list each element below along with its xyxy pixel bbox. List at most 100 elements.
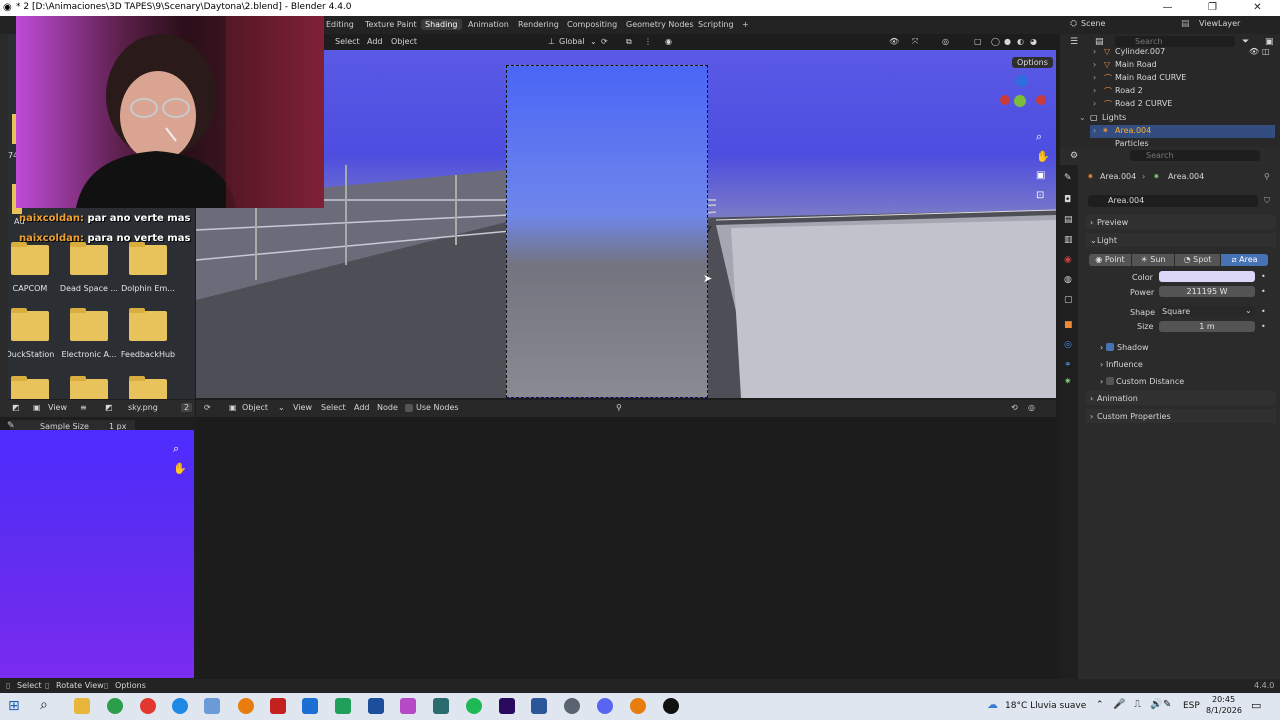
outliner-row[interactable]: › ⌒ Main Road CURVE [1090,72,1275,85]
rendered-shading-icon[interactable]: ◕ [1030,37,1037,46]
overlay-toggle-icon[interactable]: ◎ [942,37,949,46]
tool-tab-icon[interactable]: ✎ [1064,173,1072,183]
gizmo-x-axis[interactable] [1000,95,1010,105]
clock-date[interactable]: 8/1/2026 [1206,706,1242,715]
pan-hand-icon[interactable]: ✋ [1036,150,1050,163]
keyframe-dot-icon[interactable]: • [1261,287,1266,296]
video-app-icon[interactable] [270,698,286,714]
light-data-tab-icon[interactable]: ✷ [1064,377,1072,387]
custom-distance-subpanel-header[interactable]: › Custom Distance [1096,374,1276,388]
editor-type-icon[interactable]: ◩ [12,403,20,412]
view-menu[interactable]: View [48,403,67,412]
size-field[interactable]: 1 m [1159,321,1255,332]
outliner-row[interactable]: ⌄ ▢ Lights [1076,112,1275,125]
light-type-point-button[interactable]: ◉ Point [1089,254,1131,266]
properties-search[interactable]: Search [1130,150,1260,161]
wireframe-shading-icon[interactable]: ◯ [991,37,1000,46]
spotify-icon[interactable] [466,698,482,714]
keyframe-dot-icon[interactable]: • [1261,322,1266,331]
word-icon[interactable] [531,698,547,714]
windows-start-icon[interactable]: ⊞ [8,698,20,714]
folder-label-feedbackhub[interactable]: FeedbackHub [118,350,178,359]
editor-type-icon[interactable]: ⟳ [204,403,211,412]
add-menu[interactable]: Add [354,403,370,412]
influence-subpanel-header[interactable]: › Influence [1096,357,1276,371]
zoom-icon[interactable]: ⌕ [173,442,179,456]
chevron-right-icon[interactable]: › [1093,126,1096,135]
collection-tab-icon[interactable]: ▢ [1064,295,1073,305]
app-icon[interactable] [302,698,318,714]
xray-icon[interactable]: ▢ [974,37,982,46]
folder-icon[interactable] [129,308,167,341]
power-field[interactable]: 211195 W [1159,286,1255,297]
opera-icon[interactable] [140,698,156,714]
folder-icon[interactable] [11,376,49,399]
pin-icon[interactable]: ⚲ [616,403,622,412]
pan-hand-icon[interactable]: ✋ [173,462,187,475]
folder-label-duckstation[interactable]: DuckStation [8,350,60,359]
blender-taskbar-icon[interactable] [238,698,254,714]
keyframe-dot-icon[interactable]: • [1261,272,1266,281]
shadow-subpanel-header[interactable]: › Shadow [1096,340,1276,354]
solid-shading-icon[interactable]: ● [1004,37,1011,46]
snap-target-icon[interactable]: ⋮ [644,37,652,46]
minimize-button[interactable]: — [1145,0,1190,16]
constraints-tab-icon[interactable]: ⚭ [1064,360,1072,370]
light-type-spot-button[interactable]: ◔ Spot [1175,254,1220,266]
image-browse-icon[interactable]: ◩ [105,403,113,412]
folder-icon[interactable] [70,308,108,341]
tab-geometry-nodes[interactable]: Geometry Nodes [622,19,697,30]
view-menu[interactable]: View [293,403,312,412]
color-swatch[interactable] [1159,271,1255,282]
notification-icon[interactable]: ▭ [1251,699,1261,712]
keyframe-dot-icon[interactable]: • [1261,307,1266,316]
lock-icon[interactable]: ⊡ [1036,190,1044,201]
output-tab-icon[interactable]: ▤ [1064,215,1073,225]
object-menu[interactable]: Object [391,37,417,46]
outliner-row[interactable]: › ▽ Cylinder.007 [1090,46,1275,59]
object-tab-icon[interactable]: ■ [1064,320,1073,330]
properties-editor-icon[interactable]: ⚙ [1070,151,1078,161]
camera-icon[interactable]: ◫ [1262,47,1270,56]
preview-panel-header[interactable]: › Preview [1086,215,1276,229]
tab-shading[interactable]: Shading [421,19,462,30]
chevron-right-icon[interactable]: › [1093,99,1096,108]
folder-label-dead-space[interactable]: Dead Space ... [59,284,119,293]
folder-label-dolphin[interactable]: Dolphin Em... [118,284,178,293]
animation-panel-header[interactable]: › Animation [1086,391,1276,405]
pycharm-icon[interactable] [335,698,351,714]
weather-text[interactable]: 18°C Lluvia suave [1005,701,1086,711]
outliner-row[interactable]: Particles [1090,138,1275,147]
view-layer-tab-icon[interactable]: ▥ [1064,235,1073,245]
scene-tab-icon[interactable]: ◉ [1064,255,1072,265]
folder-icon[interactable] [11,308,49,341]
viewlayer-name[interactable]: ViewLayer [1199,19,1240,28]
select-menu[interactable]: Select [321,403,346,412]
tab-editing[interactable]: Editing [322,19,358,30]
shape-dropdown[interactable]: Square ⌄ [1159,306,1255,317]
discord-icon[interactable] [597,698,613,714]
tab-texture-paint[interactable]: Texture Paint [361,19,421,30]
outliner-row[interactable]: › ⌒ Road 2 [1090,85,1275,98]
eye-icon[interactable]: 👁 [1249,47,1259,56]
file-explorer-icon[interactable] [74,698,90,714]
obs-icon[interactable] [663,698,679,714]
network-icon[interactable]: ⎍ [1134,699,1141,710]
volume-icon[interactable]: 🔊 [1150,699,1162,710]
outliner-row[interactable]: › ▽ Main Road [1090,59,1275,72]
tab-animation[interactable]: Animation [464,19,513,30]
tab-compositing[interactable]: Compositing [563,19,621,30]
chevron-right-icon[interactable]: › [1093,73,1096,82]
datablock-field[interactable]: Area.004 [1088,195,1258,207]
add-workspace-button[interactable]: + [738,19,753,30]
maximize-button[interactable]: ❐ [1190,0,1235,16]
chevron-right-icon[interactable]: › [1093,86,1096,95]
outliner-editor-icon[interactable]: ☰ [1070,37,1078,47]
light-type-area-button[interactable]: ⧄ Area [1221,254,1268,266]
pen-icon[interactable]: ✎ [1163,699,1171,710]
search-icon[interactable]: ⌕ [40,697,48,713]
scene-name[interactable]: Scene [1081,19,1105,28]
zoom-icon[interactable]: ⌕ [1036,130,1042,144]
folder-label-electronic-arts[interactable]: Electronic A... [59,350,119,359]
viewport-options-button[interactable]: Options [1012,57,1053,68]
